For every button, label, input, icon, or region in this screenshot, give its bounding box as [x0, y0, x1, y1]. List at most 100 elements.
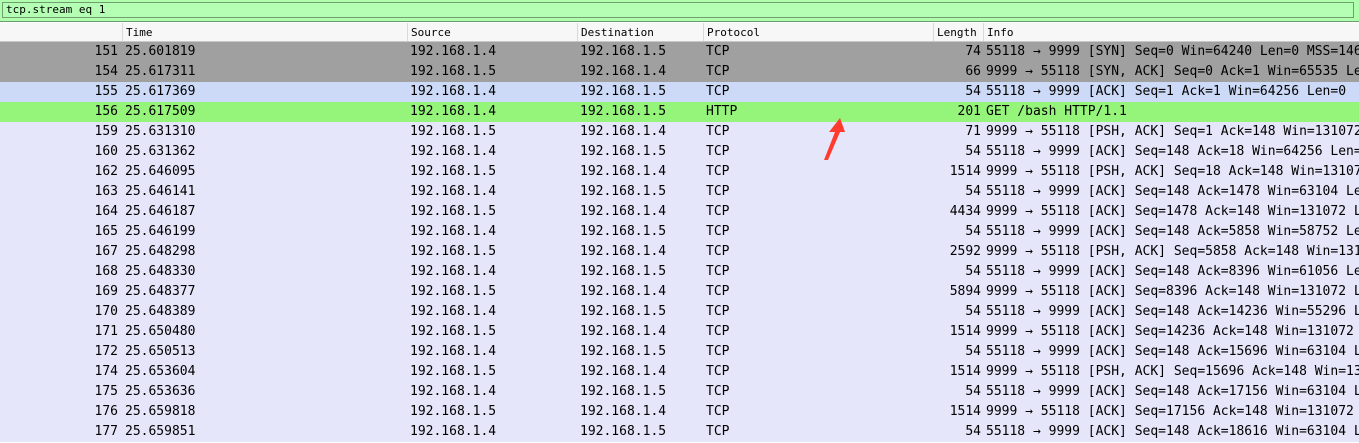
- packet-length: 74: [965, 44, 981, 59]
- packet-number: 167: [94, 244, 118, 259]
- packet-time: 25.659851: [125, 424, 196, 439]
- packet-protocol: TCP: [706, 284, 730, 299]
- table-row[interactable]: 155 25.617369 192.168.1.4 192.168.1.5 TCP 54 5…: [0, 82, 1359, 102]
- packet-source: 192.168.1.5: [410, 124, 497, 139]
- packet-time: 25.646141: [125, 184, 196, 199]
- packet-protocol: TCP: [706, 224, 730, 239]
- packet-protocol: TCP: [706, 84, 730, 99]
- packet-destination: 192.168.1.5: [580, 104, 667, 119]
- packet-length: 54: [965, 84, 981, 99]
- table-row[interactable]: 169 25.648377 192.168.1.5 192.168.1.4 TCP 589…: [0, 282, 1359, 302]
- packet-destination: 192.168.1.5: [580, 84, 667, 99]
- packet-time: 25.650513: [125, 344, 196, 359]
- table-row[interactable]: 175 25.653636 192.168.1.4 192.168.1.5 TCP 54 5…: [0, 382, 1359, 402]
- packet-info: 55118 → 9999 [SYN] Seq=0 Win=64240 Len=0…: [986, 44, 1359, 59]
- display-filter-input[interactable]: tcp.stream eq 1: [2, 2, 1354, 18]
- packet-info: 55118 → 9999 [ACK] Seq=148 Ack=15696 Win…: [986, 344, 1359, 359]
- packet-length: 54: [965, 424, 981, 439]
- packet-info: 55118 → 9999 [ACK] Seq=148 Ack=18 Win=64…: [986, 144, 1359, 159]
- column-header-source[interactable]: Source: [407, 23, 577, 41]
- packet-destination: 192.168.1.4: [580, 284, 667, 299]
- packet-time: 25.631310: [125, 124, 196, 139]
- packet-length: 2592: [949, 244, 981, 259]
- packet-length: 54: [965, 304, 981, 319]
- packet-source: 192.168.1.4: [410, 104, 497, 119]
- packet-destination: 192.168.1.4: [580, 244, 667, 259]
- table-row[interactable]: 165 25.646199 192.168.1.4 192.168.1.5 TCP 54 5…: [0, 222, 1359, 242]
- packet-source: 192.168.1.4: [410, 424, 497, 439]
- packet-number: 160: [94, 144, 118, 159]
- packet-time: 25.648389: [125, 304, 196, 319]
- packet-info: 55118 → 9999 [ACK] Seq=148 Ack=1478 Win=…: [986, 184, 1359, 199]
- packet-number: 164: [94, 204, 118, 219]
- packet-source: 192.168.1.4: [410, 184, 497, 199]
- packet-info: 9999 → 55118 [ACK] Seq=1478 Ack=148 Win=…: [986, 204, 1359, 219]
- packet-number: 163: [94, 184, 118, 199]
- packet-protocol: TCP: [706, 344, 730, 359]
- packet-source: 192.168.1.5: [410, 244, 497, 259]
- table-row[interactable]: 170 25.648389 192.168.1.4 192.168.1.5 TCP 54 5…: [0, 302, 1359, 322]
- packet-source: 192.168.1.4: [410, 224, 497, 239]
- packet-number: 154: [94, 64, 118, 79]
- packet-destination: 192.168.1.4: [580, 64, 667, 79]
- table-row[interactable]: 151 25.601819 192.168.1.4 192.168.1.5 TCP 74 5…: [0, 42, 1359, 62]
- packet-protocol: TCP: [706, 404, 730, 419]
- packet-length: 54: [965, 264, 981, 279]
- packet-source: 192.168.1.5: [410, 324, 497, 339]
- table-row[interactable]: 160 25.631362 192.168.1.4 192.168.1.5 TCP 54 5…: [0, 142, 1359, 162]
- table-row[interactable]: 177 25.659851 192.168.1.4 192.168.1.5 TCP 54 5…: [0, 422, 1359, 442]
- packet-number: 176: [94, 404, 118, 419]
- packet-destination: 192.168.1.4: [580, 324, 667, 339]
- packet-destination: 192.168.1.5: [580, 224, 667, 239]
- table-row[interactable]: 164 25.646187 192.168.1.5 192.168.1.4 TCP 443…: [0, 202, 1359, 222]
- packet-protocol: TCP: [706, 184, 730, 199]
- packet-source: 192.168.1.5: [410, 404, 497, 419]
- packet-info: 9999 → 55118 [ACK] Seq=14236 Ack=148 Win…: [986, 324, 1359, 339]
- table-row[interactable]: 168 25.648330 192.168.1.4 192.168.1.5 TCP 54 5…: [0, 262, 1359, 282]
- packet-length: 5894: [949, 284, 981, 299]
- packet-info: 55118 → 9999 [ACK] Seq=148 Ack=18616 Win…: [986, 424, 1359, 439]
- packet-time: 25.653636: [125, 384, 196, 399]
- table-row[interactable]: 162 25.646095 192.168.1.5 192.168.1.4 TCP 151…: [0, 162, 1359, 182]
- packet-number: 168: [94, 264, 118, 279]
- table-row[interactable]: 159 25.631310 192.168.1.5 192.168.1.4 TCP 71 9…: [0, 122, 1359, 142]
- column-header-destination[interactable]: Destination: [577, 23, 703, 41]
- packet-number: 156: [94, 104, 118, 119]
- packet-time: 25.650480: [125, 324, 196, 339]
- table-row[interactable]: 163 25.646141 192.168.1.4 192.168.1.5 TCP 54 5…: [0, 182, 1359, 202]
- column-header-info[interactable]: Info: [983, 23, 1359, 41]
- table-row[interactable]: 174 25.653604 192.168.1.5 192.168.1.4 TCP 151…: [0, 362, 1359, 382]
- packet-time: 25.648330: [125, 264, 196, 279]
- packet-destination: 192.168.1.5: [580, 344, 667, 359]
- table-row[interactable]: 154 25.617311 192.168.1.5 192.168.1.4 TCP 66 9…: [0, 62, 1359, 82]
- column-header-time[interactable]: Time: [122, 23, 407, 41]
- table-row[interactable]: 176 25.659818 192.168.1.5 192.168.1.4 TCP 151…: [0, 402, 1359, 422]
- packet-source: 192.168.1.5: [410, 284, 497, 299]
- packet-length: 54: [965, 184, 981, 199]
- table-row[interactable]: 167 25.648298 192.168.1.5 192.168.1.4 TCP 259…: [0, 242, 1359, 262]
- packet-protocol: TCP: [706, 124, 730, 139]
- packet-number: 172: [94, 344, 118, 359]
- packet-info: 9999 → 55118 [PSH, ACK] Seq=1 Ack=148 Wi…: [986, 124, 1359, 139]
- table-row[interactable]: 171 25.650480 192.168.1.5 192.168.1.4 TCP 151…: [0, 322, 1359, 342]
- packet-protocol: TCP: [706, 264, 730, 279]
- packet-protocol: TCP: [706, 164, 730, 179]
- packet-length: 71: [965, 124, 981, 139]
- column-header-protocol[interactable]: Protocol: [703, 23, 933, 41]
- packet-info: 9999 → 55118 [ACK] Seq=8396 Ack=148 Win=…: [986, 284, 1359, 299]
- table-row[interactable]: 172 25.650513 192.168.1.4 192.168.1.5 TCP 54 5…: [0, 342, 1359, 362]
- packet-length: 1514: [949, 364, 981, 379]
- column-header-length[interactable]: Length: [933, 23, 983, 41]
- packet-time: 25.659818: [125, 404, 196, 419]
- packet-protocol: TCP: [706, 44, 730, 59]
- table-row[interactable]: 156 25.617509 192.168.1.4 192.168.1.5 HTTP 20…: [0, 102, 1359, 122]
- packet-number: 165: [94, 224, 118, 239]
- packet-time: 25.646095: [125, 164, 196, 179]
- packet-destination: 192.168.1.5: [580, 44, 667, 59]
- packet-destination: 192.168.1.5: [580, 384, 667, 399]
- packet-destination: 192.168.1.5: [580, 264, 667, 279]
- packet-time: 25.617369: [125, 84, 196, 99]
- column-header-no[interactable]: [0, 23, 122, 41]
- packet-info: 55118 → 9999 [ACK] Seq=1 Ack=1 Win=64256…: [986, 84, 1347, 99]
- packet-length: 1514: [949, 404, 981, 419]
